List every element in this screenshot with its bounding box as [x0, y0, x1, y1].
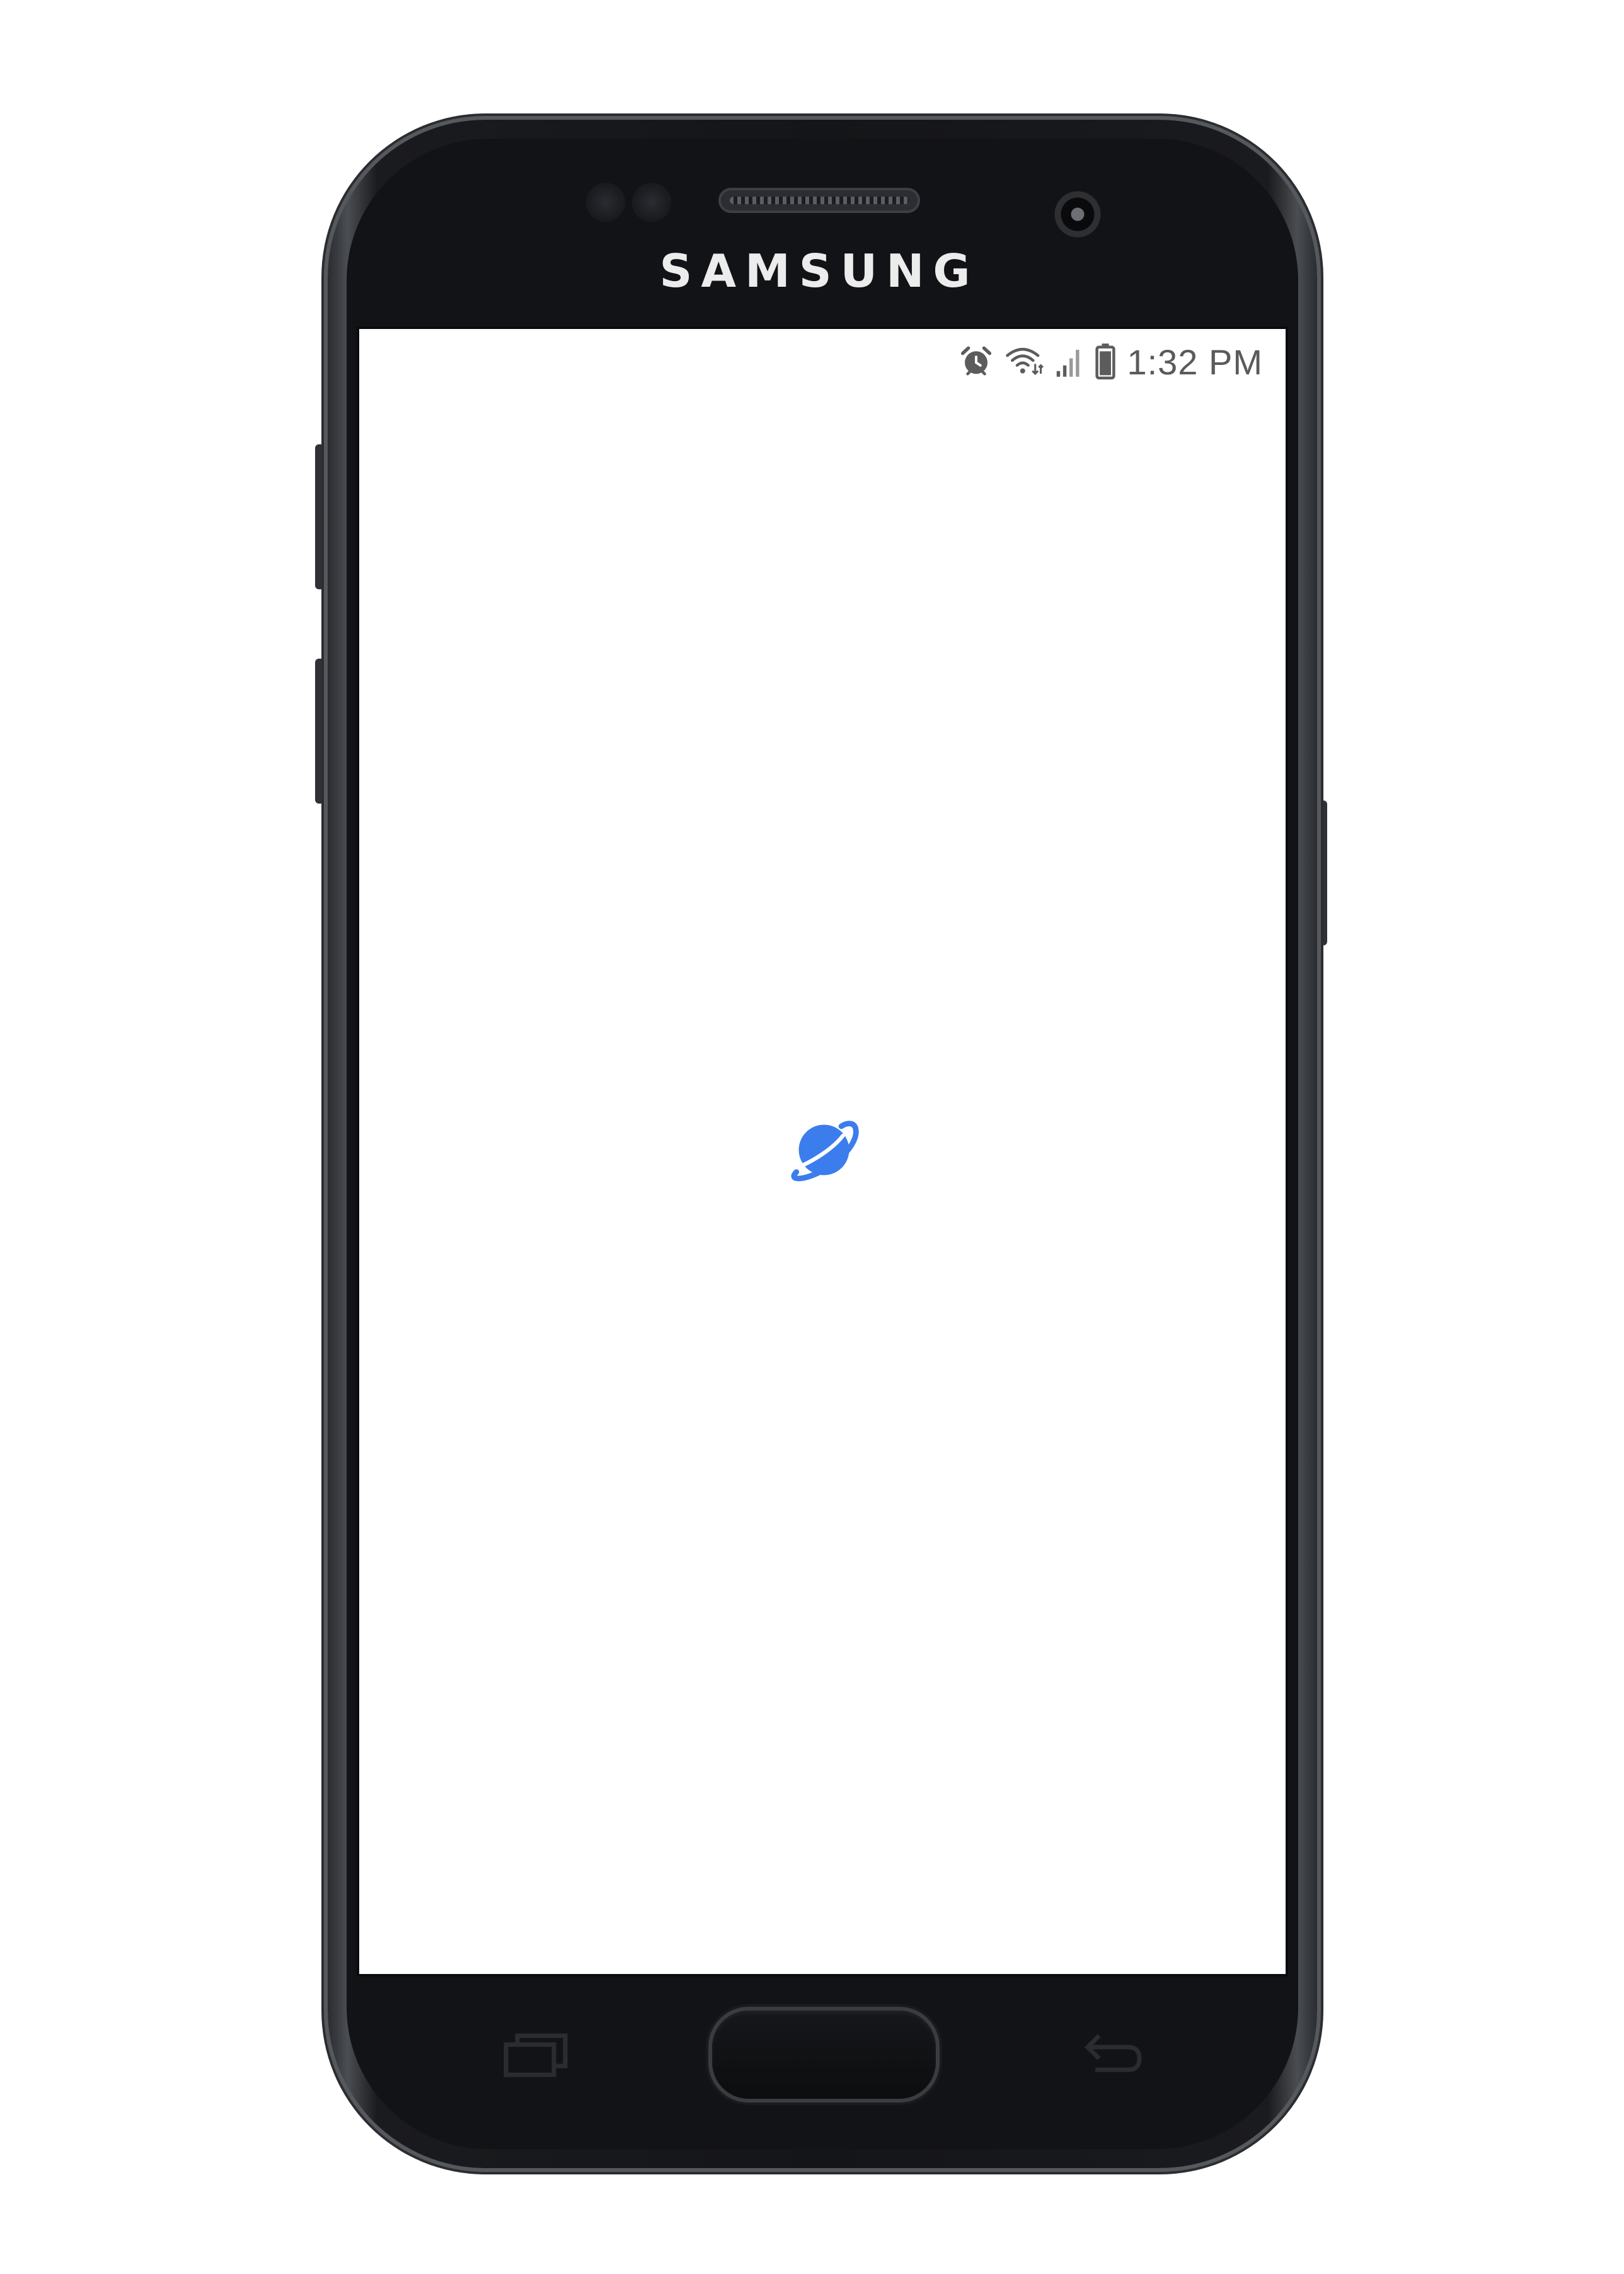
signal-icon — [1055, 344, 1084, 381]
light-sensor — [632, 183, 671, 222]
status-icons: 1:32 PM — [959, 340, 1263, 384]
power-button[interactable] — [1316, 800, 1327, 945]
home-button[interactable] — [712, 2011, 936, 2099]
status-time: 1:32 PM — [1127, 342, 1263, 382]
front-camera — [1046, 183, 1109, 246]
page: SAMSUNG 1:32 PM — [0, 0, 1624, 2274]
battery-icon — [1095, 343, 1116, 383]
volume-down-button[interactable] — [315, 659, 326, 804]
wifi-icon — [1005, 344, 1044, 381]
back-icon[interactable] — [1078, 2028, 1147, 2079]
planet-icon — [785, 1111, 863, 1189]
proximity-sensor — [586, 183, 625, 222]
earpiece-speaker — [718, 188, 920, 213]
alarm-icon — [959, 344, 993, 381]
status-bar: 1:32 PM — [359, 329, 1286, 398]
brand-logo: SAMSUNG — [659, 245, 979, 297]
screen: 1:32 PM — [357, 326, 1288, 1977]
recent-apps-icon[interactable] — [501, 2029, 570, 2080]
volume-up-button[interactable] — [315, 444, 326, 589]
